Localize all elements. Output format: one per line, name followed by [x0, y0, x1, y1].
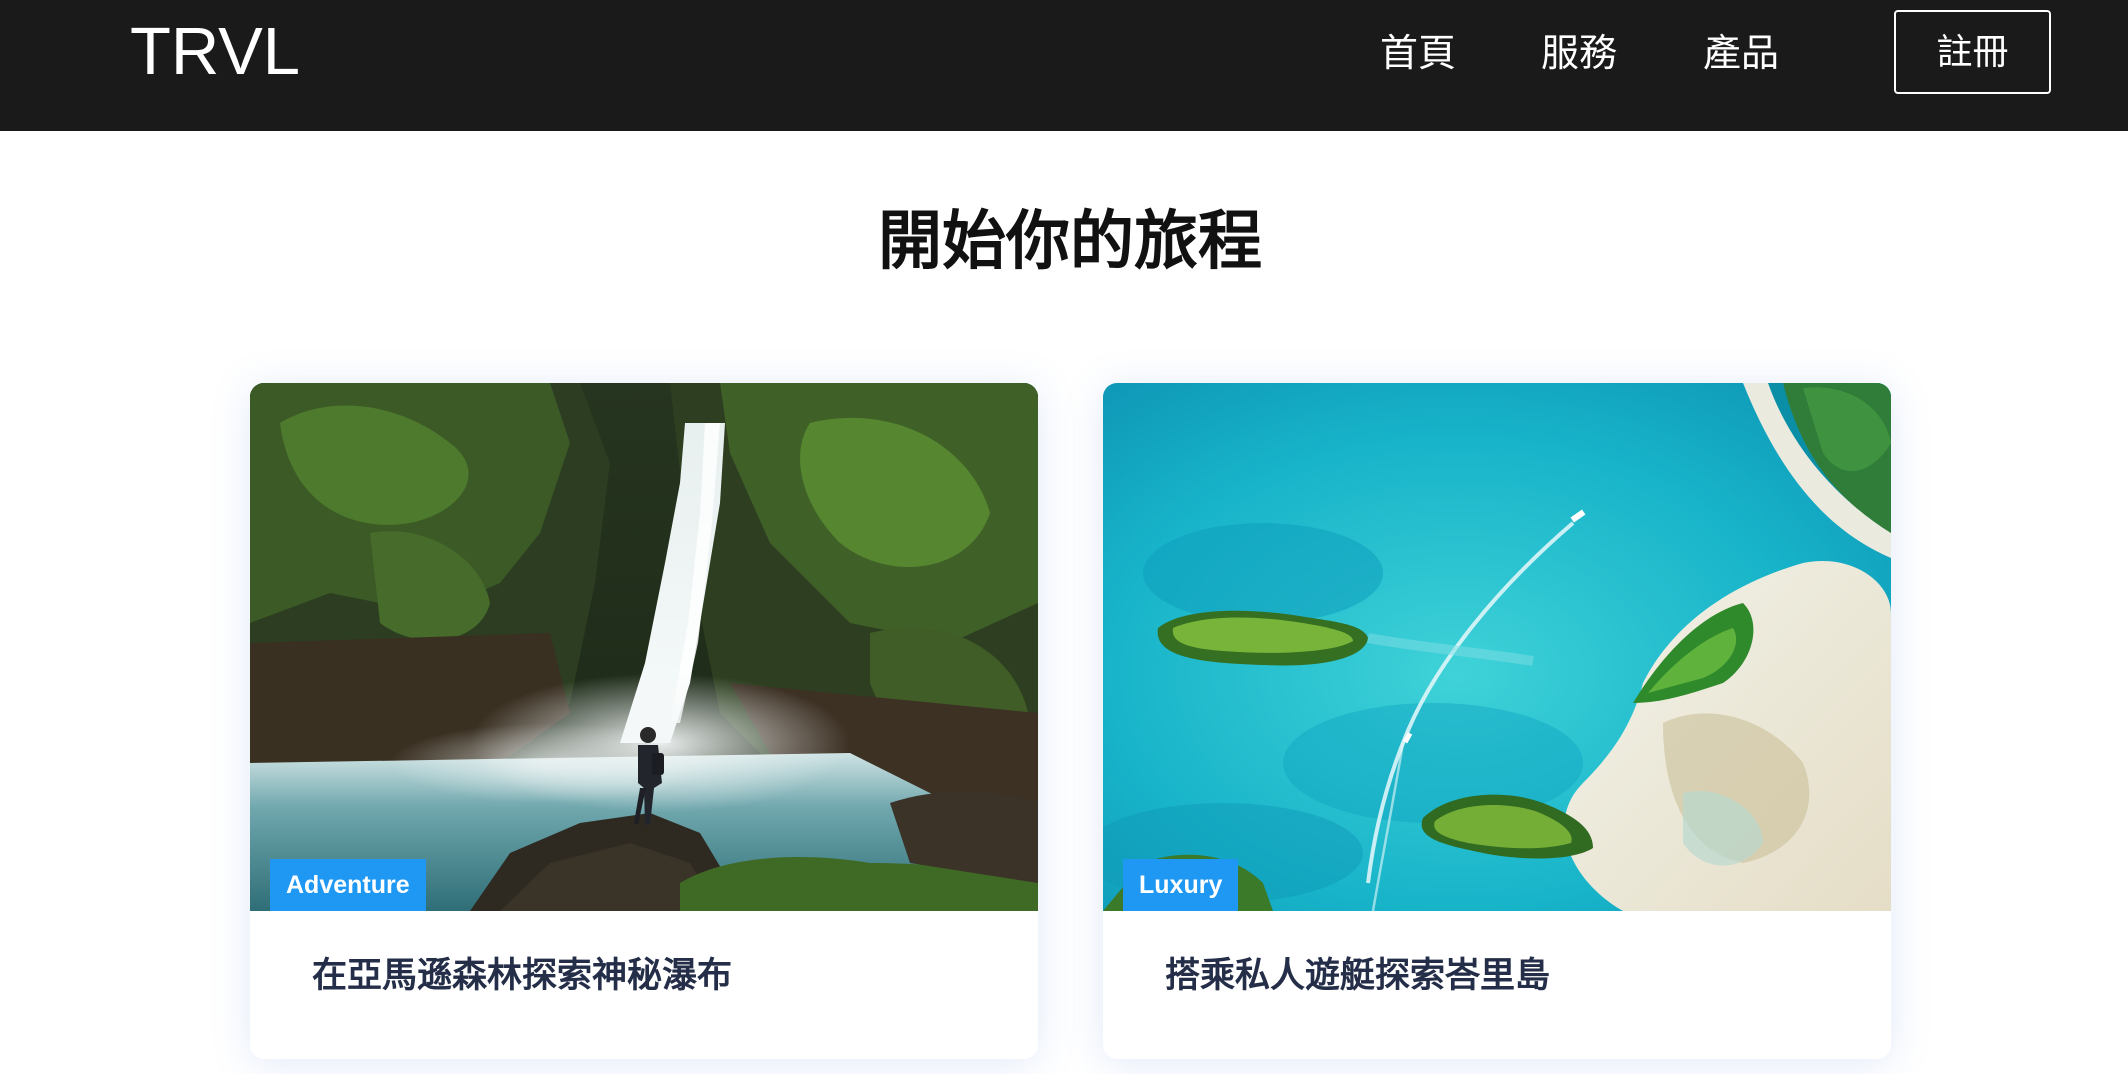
- brand-logo[interactable]: TRVL: [130, 14, 300, 90]
- card-luxury[interactable]: Luxury 搭乘私人遊艇探索峇里島: [1103, 383, 1891, 1059]
- waterfall-photo: [250, 383, 1038, 911]
- page-title: 開始你的旅程: [878, 205, 1262, 279]
- card-title: 在亞馬遜森林探索神秘瀑布: [312, 956, 733, 996]
- card-adventure[interactable]: Adventure 在亞馬遜森林探索神秘瀑布: [250, 383, 1038, 1059]
- aerial-island-photo: [1103, 383, 1891, 911]
- navbar: TRVL 首頁 服務 產品 註冊: [0, 0, 2128, 131]
- nav-link-products[interactable]: 產品: [1703, 28, 1779, 78]
- category-tag-luxury: Luxury: [1123, 859, 1239, 911]
- category-tag-adventure: Adventure: [270, 859, 426, 911]
- card-title: 搭乘私人遊艇探索峇里島: [1165, 956, 1551, 996]
- nav-link-home[interactable]: 首頁: [1380, 28, 1456, 78]
- signup-button[interactable]: 註冊: [1894, 10, 2051, 94]
- nav-link-services[interactable]: 服務: [1541, 28, 1617, 78]
